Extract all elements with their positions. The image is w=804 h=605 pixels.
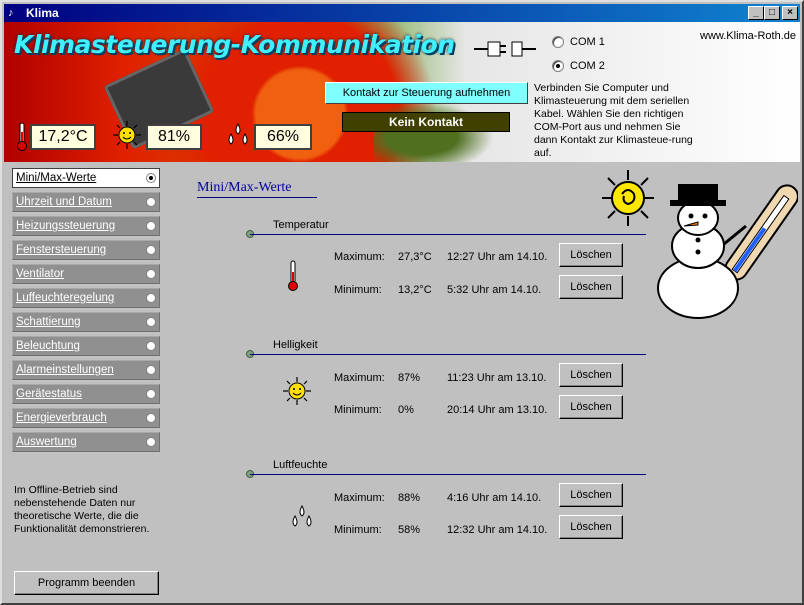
nav-label: Fenstersteuerung bbox=[16, 244, 107, 256]
row-time: 5:32 Uhr am 14.10. bbox=[447, 284, 542, 296]
nav-item-fan[interactable]: Ventilator bbox=[12, 264, 160, 284]
row-kind: Minimum: bbox=[334, 404, 382, 416]
row-time: 4:16 Uhr am 14.10. bbox=[447, 492, 542, 504]
offline-note: Im Offline-Betrieb sind nebenstehende Da… bbox=[14, 484, 150, 535]
row-time: 12:32 Uhr am 14.10. bbox=[447, 524, 548, 536]
plug-icon bbox=[474, 41, 536, 57]
thermometer-icon bbox=[288, 260, 298, 291]
row-time: 12:27 Uhr am 14.10. bbox=[447, 251, 548, 263]
nav-item-time-date[interactable]: Uhrzeit und Datum bbox=[12, 192, 160, 212]
row-value: 88% bbox=[398, 492, 421, 504]
row-kind: Maximum: bbox=[334, 251, 385, 263]
row-value: 27,3°C bbox=[398, 251, 432, 263]
nav-item-energy[interactable]: Energieverbrauch bbox=[12, 408, 160, 428]
nav-radio[interactable] bbox=[146, 317, 156, 327]
radio-com2[interactable] bbox=[552, 60, 564, 72]
temperature-reading: 17,2°C bbox=[30, 124, 96, 150]
row-value: 13,2°C bbox=[398, 284, 432, 296]
group-divider bbox=[250, 234, 646, 235]
row-time: 11:23 Uhr am 13.10. bbox=[447, 372, 547, 384]
group-divider bbox=[250, 354, 646, 355]
row-kind: Minimum: bbox=[334, 284, 382, 296]
window-title: Klima bbox=[26, 6, 59, 20]
app-window: ♪ Klima _ □ × Klimasteuerung-Kommunikati… bbox=[0, 0, 804, 605]
row-value: 58% bbox=[398, 524, 421, 536]
minimize-button[interactable]: _ bbox=[748, 6, 764, 20]
connection-help: Verbinden Sie Computer und Klimasteuerun… bbox=[534, 82, 693, 159]
nav-radio[interactable] bbox=[146, 269, 156, 279]
group-label-humidity: Luftfeuchte bbox=[273, 459, 328, 471]
nav-label: Schattierung bbox=[16, 316, 81, 328]
nav-radio[interactable] bbox=[146, 293, 156, 303]
sun-icon bbox=[283, 377, 311, 405]
nav-label: Energieverbrauch bbox=[16, 412, 107, 424]
nav-label: Luffeuchteregelung bbox=[16, 292, 115, 304]
nav-radio[interactable] bbox=[146, 413, 156, 423]
row-kind: Maximum: bbox=[334, 492, 385, 504]
clear-humidity-min-button[interactable]: Löschen bbox=[559, 515, 623, 539]
radio-com1[interactable] bbox=[552, 36, 564, 48]
row-value: 0% bbox=[398, 404, 414, 416]
row-value: 87% bbox=[398, 372, 421, 384]
nav-radio[interactable] bbox=[146, 437, 156, 447]
nav-item-heating[interactable]: Heizungssteuerung bbox=[12, 216, 160, 236]
nav-radio[interactable] bbox=[146, 341, 156, 351]
quit-button[interactable]: Programm beenden bbox=[14, 571, 159, 595]
nav-item-minmax[interactable]: Mini/Max-Werte bbox=[12, 168, 160, 188]
group-label-temperature: Temperatur bbox=[273, 219, 329, 231]
title-bar[interactable]: ♪ Klima _ □ × bbox=[4, 4, 800, 22]
nav-item-lighting[interactable]: Beleuchtung bbox=[12, 336, 160, 356]
nav-radio[interactable] bbox=[146, 389, 156, 399]
nav-label: Beleuchtung bbox=[16, 340, 80, 352]
app-icon: ♪ bbox=[8, 7, 14, 19]
port-option-com1[interactable]: COM 1 bbox=[552, 36, 605, 48]
brightness-reading: 81% bbox=[146, 124, 202, 150]
row-time: 20:14 Uhr am 13.10. bbox=[447, 404, 548, 416]
clear-brightness-min-button[interactable]: Löschen bbox=[559, 395, 623, 419]
nav-label: Auswertung bbox=[16, 436, 77, 448]
water-drops-icon bbox=[228, 122, 248, 145]
group-divider bbox=[250, 474, 646, 475]
website-link[interactable]: www.Klima-Roth.de bbox=[700, 30, 796, 42]
port-option-com2[interactable]: COM 2 bbox=[552, 60, 605, 72]
clear-brightness-max-button[interactable]: Löschen bbox=[559, 363, 623, 387]
clear-humidity-max-button[interactable]: Löschen bbox=[559, 483, 623, 507]
nav-label: Mini/Max-Werte bbox=[16, 172, 97, 184]
row-kind: Maximum: bbox=[334, 372, 385, 384]
nav-radio[interactable] bbox=[146, 221, 156, 231]
nav-item-windows[interactable]: Fenstersteuerung bbox=[12, 240, 160, 260]
connect-button[interactable]: Kontakt zur Steuerung aufnehmen bbox=[325, 82, 528, 104]
page-title: Mini/Max-Werte bbox=[197, 180, 317, 198]
nav-label: Ventilator bbox=[16, 268, 64, 280]
nav-radio[interactable] bbox=[146, 197, 156, 207]
nav-label: Gerätestatus bbox=[16, 388, 82, 400]
humidity-reading: 66% bbox=[254, 124, 312, 150]
nav-item-humidity-control[interactable]: Luffeuchteregelung bbox=[12, 288, 160, 308]
close-button[interactable]: × bbox=[782, 6, 798, 20]
connection-status: Kein Kontakt bbox=[342, 112, 510, 132]
nav-item-device-status[interactable]: Gerätestatus bbox=[12, 384, 160, 404]
maximize-button[interactable]: □ bbox=[764, 6, 780, 20]
nav-label: Heizungssteuerung bbox=[16, 220, 116, 232]
nav-item-analysis[interactable]: Auswertung bbox=[12, 432, 160, 452]
nav-radio[interactable] bbox=[146, 365, 156, 375]
snowman-thermometer-icon bbox=[602, 170, 798, 319]
port-label-com2: COM 2 bbox=[570, 60, 605, 72]
nav-label: Alarmeinstellungen bbox=[16, 364, 114, 376]
row-kind: Minimum: bbox=[334, 524, 382, 536]
app-title: Klimasteuerung-Kommunikation bbox=[14, 30, 455, 59]
nav-radio[interactable] bbox=[146, 173, 156, 183]
nav-radio[interactable] bbox=[146, 245, 156, 255]
water-drops-icon bbox=[292, 504, 312, 527]
nav-item-alarms[interactable]: Alarmeinstellungen bbox=[12, 360, 160, 380]
thermometer-icon bbox=[17, 122, 27, 151]
nav-label: Uhrzeit und Datum bbox=[16, 196, 112, 208]
sun-icon bbox=[113, 121, 141, 149]
nav-item-shading[interactable]: Schattierung bbox=[12, 312, 160, 332]
group-label-brightness: Helligkeit bbox=[273, 339, 318, 351]
header-banner: Klimasteuerung-Kommunikation COM 1 COM 2… bbox=[4, 22, 800, 162]
port-label-com1: COM 1 bbox=[570, 36, 605, 48]
leaf-photo bbox=[374, 102, 494, 162]
